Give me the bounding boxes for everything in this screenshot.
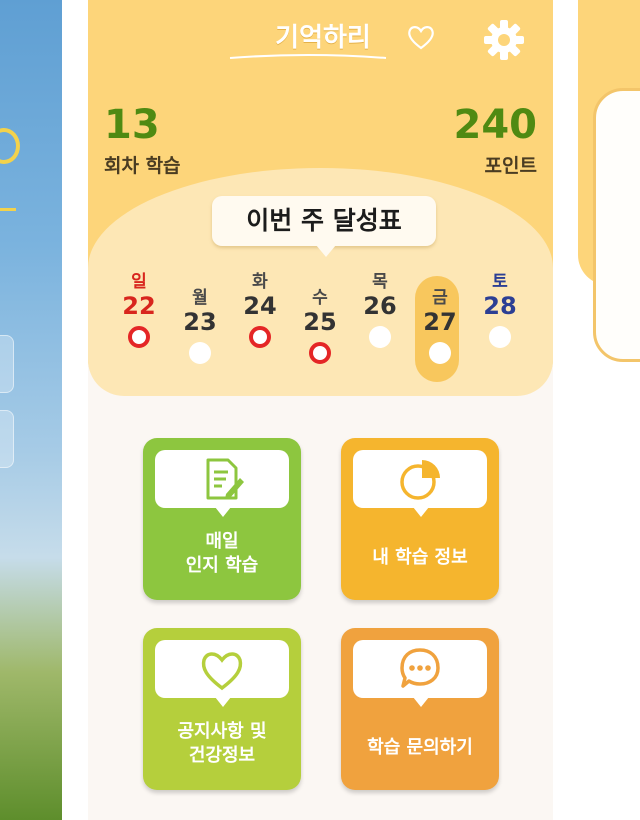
tile-icon-card [353,450,487,517]
app-logo: 기억하리 [275,23,371,53]
heart-icon [201,652,243,691]
logo-underline [229,54,387,59]
day-date: 28 [483,292,517,320]
document-pen-icon [206,458,244,500]
day-date: 22 [122,292,156,320]
calendar-day: 화 24 [231,272,289,348]
day-name: 일 [131,272,147,292]
tile-label: 학습 문의하기 [367,737,473,758]
next-screen-card [593,88,640,362]
my-learning-info-button[interactable]: 내 학습 정보 [341,438,499,600]
empty-mark [489,326,511,348]
tile-icon-card [155,450,289,517]
day-name: 화 [252,272,268,292]
achieved-mark [249,326,271,348]
sun-icon [0,128,20,164]
day-name: 목 [372,272,388,292]
day-date: 27 [423,308,457,336]
calendar-day: 일 22 [110,272,168,348]
heart-outline-icon [408,26,434,50]
next-screen-peek [578,0,640,820]
calendar-day: 목 26 [351,272,409,348]
tile-label: 내 학습 정보 [372,547,468,568]
calendar-day: 토 28 [471,272,529,348]
achieved-mark [128,326,150,348]
previous-screen-button [0,410,14,468]
session-count-label: 회차 학습 [104,155,181,177]
day-name: 수 [312,288,328,308]
tile-icon-card [155,640,289,707]
points-label: 포인트 [484,155,537,177]
points-value: 240 [453,102,538,148]
empty-mark [369,326,391,348]
calendar-day: 수 25 [291,288,349,364]
day-date: 23 [183,308,217,336]
calendar-day: 금 27 [411,288,469,364]
previous-screen-button [0,335,14,393]
day-date: 24 [243,292,277,320]
day-name: 토 [492,272,508,292]
home-screen: 기억하리 13 회차 학습 240 포인트 이번 주 달성표 일 22 월 23 화 24… [88,0,553,820]
notice-health-info-button[interactable]: 공지사항 및 건강정보 [143,628,301,790]
session-count: 13 [104,102,160,148]
chat-bubble-icon [400,648,440,688]
daily-cognitive-training-button[interactable]: 매일 인지 학습 [143,438,301,600]
tile-icon-card [353,640,487,707]
tile-label: 매일 인지 학습 [185,531,259,576]
sun-underline [0,208,16,211]
calendar-day: 월 23 [171,288,229,364]
achieved-mark [309,342,331,364]
weekly-achievement-title: 이번 주 달성표 [212,196,436,257]
settings-gear-icon[interactable] [481,17,527,63]
empty-mark [189,342,211,364]
tile-label: 공지사항 및 건강정보 [177,721,267,766]
day-date: 25 [303,308,337,336]
day-date: 26 [363,292,397,320]
day-name: 월 [192,288,208,308]
previous-screen-peek [0,0,62,820]
empty-mark [429,342,451,364]
pie-chart-icon [400,460,440,500]
learning-inquiry-button[interactable]: 학습 문의하기 [341,628,499,790]
day-name: 금 [432,288,448,308]
